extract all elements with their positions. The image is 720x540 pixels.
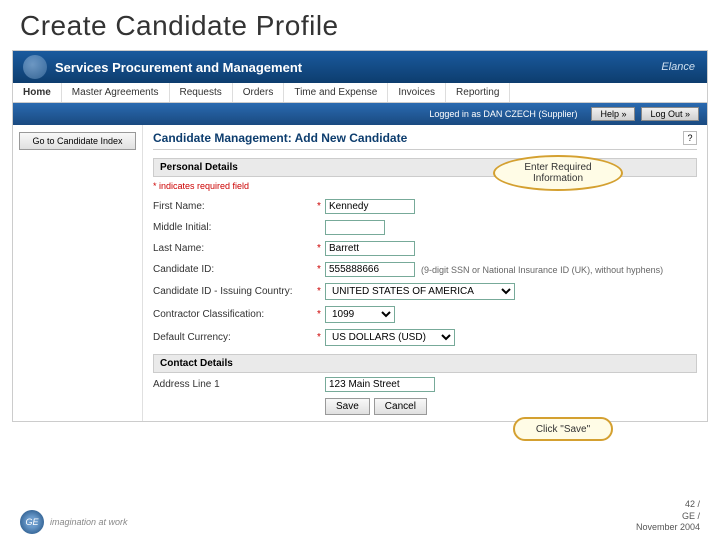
label-issuing-country: Candidate ID - Issuing Country:	[153, 286, 313, 297]
page-heading: Candidate Management: Add New Candidate	[153, 131, 407, 145]
company-line: GE /	[636, 511, 700, 523]
label-candidate-id: Candidate ID:	[153, 264, 313, 275]
callout-enter-info: Enter Required Information	[493, 155, 623, 191]
tab-invoices[interactable]: Invoices	[388, 83, 446, 102]
issuing-country-select[interactable]: UNITED STATES OF AMERICA	[325, 283, 515, 300]
middle-initial-input[interactable]	[325, 220, 385, 235]
row-issuing-country: Candidate ID - Issuing Country: * UNITED…	[153, 283, 697, 300]
page-number: 42 /	[636, 499, 700, 511]
tab-time-expense[interactable]: Time and Expense	[284, 83, 388, 102]
label-address-1: Address Line 1	[153, 379, 313, 390]
go-candidate-index-button[interactable]: Go to Candidate Index	[19, 132, 136, 150]
help-icon[interactable]: ?	[683, 131, 697, 145]
label-last-name: Last Name:	[153, 243, 313, 254]
content-area: Go to Candidate Index Candidate Manageme…	[13, 125, 707, 421]
required-star: *	[313, 332, 325, 343]
row-middle-initial: Middle Initial:	[153, 220, 697, 235]
footer-date: November 2004	[636, 522, 700, 534]
app-banner: Services Procurement and Management Elan…	[13, 51, 707, 83]
last-name-input[interactable]	[325, 241, 415, 256]
required-note: * indicates required field	[153, 181, 697, 191]
label-classification: Contractor Classification:	[153, 309, 313, 320]
required-star: *	[313, 243, 325, 254]
slide-footer: GE imagination at work 42 / GE / Novembe…	[0, 499, 720, 534]
left-sidebar: Go to Candidate Index	[13, 125, 143, 421]
banner-title: Services Procurement and Management	[55, 60, 302, 75]
row-last-name: Last Name: *	[153, 241, 697, 256]
callout-click-save: Click "Save"	[513, 417, 613, 441]
banner-icon	[23, 55, 47, 79]
required-star: *	[313, 286, 325, 297]
row-classification: Contractor Classification: * 1099	[153, 306, 697, 323]
section-contact-details: Contact Details	[153, 354, 697, 373]
vendor-logo: Elance	[661, 61, 695, 73]
required-star: *	[313, 201, 325, 212]
tab-reporting[interactable]: Reporting	[446, 83, 510, 102]
app-frame: Services Procurement and Management Elan…	[12, 50, 708, 422]
row-first-name: First Name: *	[153, 199, 697, 214]
user-bar: Logged in as DAN CZECH (Supplier) Help »…	[13, 103, 707, 125]
first-name-input[interactable]	[325, 199, 415, 214]
label-first-name: First Name:	[153, 201, 313, 212]
cancel-button[interactable]: Cancel	[374, 398, 427, 415]
slide-title: Create Candidate Profile	[0, 0, 720, 50]
tab-home[interactable]: Home	[13, 83, 62, 102]
logged-in-text: Logged in as DAN CZECH (Supplier)	[429, 109, 577, 119]
tab-requests[interactable]: Requests	[170, 83, 233, 102]
required-star: *	[313, 264, 325, 275]
ge-logo-icon: GE	[20, 510, 44, 534]
candidate-id-input[interactable]	[325, 262, 415, 277]
label-middle-initial: Middle Initial:	[153, 222, 313, 233]
row-currency: Default Currency: * US DOLLARS (USD)	[153, 329, 697, 346]
footer-meta: 42 / GE / November 2004	[636, 499, 700, 534]
action-buttons: Save Cancel	[325, 398, 697, 415]
page-header: Candidate Management: Add New Candidate …	[153, 131, 697, 150]
row-address-1: Address Line 1	[153, 377, 697, 392]
row-candidate-id: Candidate ID: * (9-digit SSN or National…	[153, 262, 697, 277]
ge-tagline: imagination at work	[50, 517, 128, 527]
save-button[interactable]: Save	[325, 398, 370, 415]
address-1-input[interactable]	[325, 377, 435, 392]
classification-select[interactable]: 1099	[325, 306, 395, 323]
ge-logo-block: GE imagination at work	[20, 510, 128, 534]
logout-button[interactable]: Log Out »	[641, 107, 699, 121]
tab-orders[interactable]: Orders	[233, 83, 285, 102]
nav-tabs: Home Master Agreements Requests Orders T…	[13, 83, 707, 103]
help-button[interactable]: Help »	[591, 107, 635, 121]
required-star: *	[313, 309, 325, 320]
currency-select[interactable]: US DOLLARS (USD)	[325, 329, 455, 346]
main-panel: Candidate Management: Add New Candidate …	[143, 125, 707, 421]
candidate-id-hint: (9-digit SSN or National Insurance ID (U…	[421, 265, 663, 275]
tab-master-agreements[interactable]: Master Agreements	[62, 83, 170, 102]
label-currency: Default Currency:	[153, 332, 313, 343]
